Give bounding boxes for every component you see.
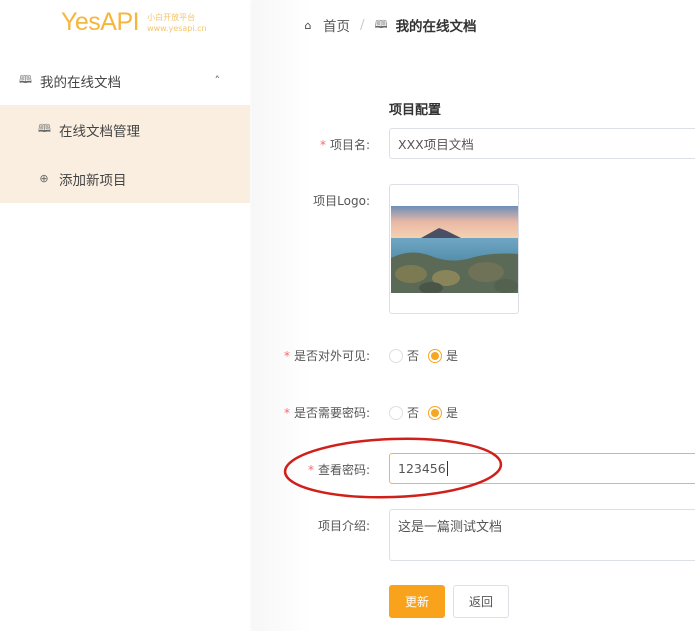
- home-icon: ⌂: [304, 18, 312, 32]
- breadcrumb-current: 我的在线文档: [395, 19, 477, 35]
- name-label: * 项目名:: [319, 138, 370, 152]
- need-password-radio-yes[interactable]: [428, 405, 443, 420]
- need-password-label: * 是否需要密码:: [283, 406, 370, 420]
- chevron-up-icon: ˄: [214, 74, 221, 87]
- sidebar-item-add-project[interactable]: ⊕ 添加新项目: [0, 154, 250, 203]
- sidebar-item-label: 在线文档管理: [59, 123, 140, 140]
- need-password-radio-no[interactable]: [389, 405, 403, 420]
- book-icon: 🕮: [38, 122, 51, 135]
- sidebar: YesAPI 小白开放平台 www.yesapi.cn 🕮 我的在线文档 ˄ 🕮…: [0, 0, 250, 631]
- intro-label: 项目介绍:: [317, 519, 370, 533]
- sidebar-item-label: 添加新项目: [59, 172, 127, 189]
- password-label: * 查看密码:: [307, 463, 370, 477]
- sidebar-item-doc-management[interactable]: 🕮 在线文档管理: [0, 105, 250, 154]
- update-button[interactable]: 更新: [389, 585, 445, 618]
- visible-radio-no[interactable]: [389, 348, 403, 363]
- logo-tagline: 小白开放平台: [147, 12, 196, 22]
- logo-text: YesAPI: [61, 8, 140, 36]
- visible-radio-yes[interactable]: [428, 348, 443, 363]
- visible-radio-group: 否 是: [389, 347, 467, 364]
- logo-url: www.yesapi.cn: [147, 23, 207, 33]
- project-name-input[interactable]: XXX项目文档: [389, 128, 695, 159]
- logo-image: [391, 206, 518, 293]
- visible-label: * 是否对外可见:: [283, 349, 370, 363]
- password-input[interactable]: 123456: [389, 453, 695, 484]
- back-button[interactable]: 返回: [453, 585, 509, 618]
- breadcrumb-separator: /: [360, 17, 365, 33]
- main-content: ⌂ 首页 / 🕮 我的在线文档 项目配置 * 项目名: XXX项目文档 项目Log…: [252, 0, 695, 631]
- book-icon: 🕮: [374, 17, 388, 31]
- sidebar-group-my-docs[interactable]: 🕮 我的在线文档 ˄: [0, 56, 250, 105]
- breadcrumb-home[interactable]: 首页: [323, 15, 350, 35]
- intro-textarea[interactable]: 这是一篇测试文档: [389, 509, 695, 561]
- need-password-radio-group: 否 是: [389, 404, 467, 421]
- logo[interactable]: YesAPI 小白开放平台 www.yesapi.cn: [61, 8, 207, 37]
- plus-circle-icon: ⊕: [39, 172, 49, 185]
- sidebar-group-label: 我的在线文档: [40, 74, 121, 91]
- submenu: 🕮 在线文档管理 ⊕ 添加新项目: [0, 105, 250, 203]
- logo-label: 项目Logo:: [313, 194, 370, 208]
- breadcrumb: ⌂ 首页 / 🕮 我的在线文档: [302, 15, 477, 35]
- book-icon: 🕮: [19, 73, 32, 86]
- form-title: 项目配置: [389, 103, 442, 118]
- logo-upload[interactable]: [389, 184, 519, 314]
